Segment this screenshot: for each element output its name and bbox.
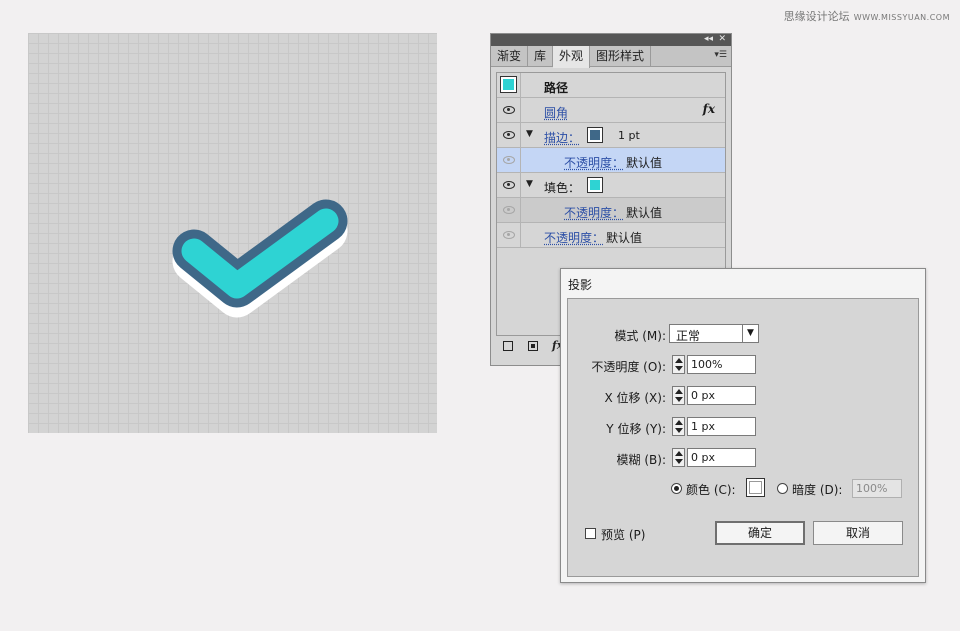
stroke-swatch[interactable]: [587, 127, 603, 143]
opacity-stepper[interactable]: [672, 355, 685, 374]
panel-titlebar: ◂◂ ✕: [491, 34, 731, 46]
expand-triangle-icon[interactable]: ▼: [526, 179, 533, 189]
visibility-eye-icon[interactable]: [503, 231, 515, 239]
stroke-opacity-row[interactable]: 不透明度： 默认值: [497, 148, 725, 173]
stroke-weight: 1 pt: [618, 129, 640, 142]
dialog-content: 模式 (M): 正常 ▼ 不透明度 (O): 100% X 位移 (X): 0 …: [567, 298, 919, 577]
panel-menu-icon[interactable]: ▾☰: [714, 48, 727, 62]
fill-label: 填色：: [544, 181, 581, 195]
close-icon[interactable]: ✕: [718, 33, 726, 45]
blur-input[interactable]: 0 px: [687, 448, 756, 467]
opacity-value: 默认值: [606, 231, 643, 245]
drop-shadow-dialog: 投影 模式 (M): 正常 ▼ 不透明度 (O): 100% X 位移 (X):…: [560, 268, 926, 583]
x-offset-input[interactable]: 0 px: [687, 386, 756, 405]
mode-value: 正常: [676, 329, 701, 343]
x-offset-label: X 位移 (X):: [604, 391, 666, 405]
tab-graphic-styles[interactable]: 图形样式: [590, 46, 652, 66]
mode-select[interactable]: 正常 ▼: [669, 324, 759, 343]
color-radio[interactable]: [671, 483, 682, 494]
chevron-down-icon: ▼: [742, 325, 758, 342]
round-corners-link[interactable]: 圆角: [544, 104, 568, 121]
opacity-link[interactable]: 不透明度：: [544, 229, 604, 246]
y-offset-stepper[interactable]: [672, 417, 685, 436]
darkness-label: 暗度 (D):: [792, 483, 843, 497]
opacity-value: 默认值: [626, 156, 663, 170]
object-opacity-row[interactable]: 不透明度： 默认值: [497, 223, 725, 248]
path-label: 路径: [544, 81, 569, 95]
watermark-text: 思缘设计论坛: [783, 10, 850, 23]
opacity-value: 默认值: [626, 206, 663, 220]
panel-tabs: 渐变 库 外观 图形样式 ▾☰: [491, 46, 731, 68]
stroke-link[interactable]: 描边：: [544, 129, 580, 146]
opacity-link[interactable]: 不透明度：: [564, 204, 624, 221]
path-thumbnail: [500, 76, 517, 93]
shadow-color-swatch[interactable]: [746, 478, 765, 497]
fill-swatch[interactable]: [587, 177, 603, 193]
path-header-row[interactable]: 路径: [497, 73, 725, 98]
visibility-eye-icon[interactable]: [503, 156, 515, 164]
visibility-eye-icon[interactable]: [503, 131, 515, 139]
blur-label: 模糊 (B):: [616, 453, 666, 467]
expand-triangle-icon[interactable]: ▼: [526, 129, 533, 139]
opacity-label: 不透明度 (O):: [591, 360, 666, 374]
ok-button[interactable]: 确定: [715, 521, 805, 545]
dialog-title: 投影: [568, 278, 593, 292]
watermark-site: WWW.MISSYUAN.COM: [853, 13, 950, 22]
fill-row[interactable]: ▼ 填色：: [497, 173, 725, 198]
blur-stepper[interactable]: [672, 448, 685, 467]
tab-library[interactable]: 库: [528, 46, 554, 66]
tab-appearance[interactable]: 外观: [553, 46, 591, 68]
fill-opacity-row[interactable]: 不透明度： 默认值: [497, 198, 725, 223]
darkness-input: 100%: [852, 479, 902, 498]
opacity-link[interactable]: 不透明度：: [564, 154, 624, 171]
y-offset-label: Y 位移 (Y):: [606, 422, 666, 436]
fx-icon[interactable]: fx: [703, 102, 715, 116]
effect-row-round-corners[interactable]: 圆角 fx: [497, 98, 725, 123]
mode-label: 模式 (M):: [614, 329, 666, 343]
visibility-eye-icon[interactable]: [503, 106, 515, 114]
opacity-input[interactable]: 100%: [687, 355, 756, 374]
tab-gradient[interactable]: 渐变: [491, 46, 529, 66]
add-stroke-icon[interactable]: [503, 341, 513, 351]
artboard-canvas[interactable]: [28, 33, 437, 433]
collapse-icon[interactable]: ◂◂: [704, 33, 713, 45]
y-offset-input[interactable]: 1 px: [687, 417, 756, 436]
checkmark-artwork[interactable]: [28, 33, 437, 433]
visibility-eye-icon[interactable]: [503, 206, 515, 214]
cancel-button[interactable]: 取消: [813, 521, 903, 545]
add-fill-icon[interactable]: [528, 341, 538, 351]
stroke-row[interactable]: ▼ 描边： 1 pt: [497, 123, 725, 148]
preview-checkbox[interactable]: [585, 528, 596, 539]
darkness-radio[interactable]: [777, 483, 788, 494]
watermark: 思缘设计论坛 WWW.MISSYUAN.COM: [784, 8, 950, 24]
x-offset-stepper[interactable]: [672, 386, 685, 405]
preview-label: 预览 (P): [601, 528, 646, 542]
visibility-eye-icon[interactable]: [503, 181, 515, 189]
color-label: 颜色 (C):: [686, 483, 736, 497]
